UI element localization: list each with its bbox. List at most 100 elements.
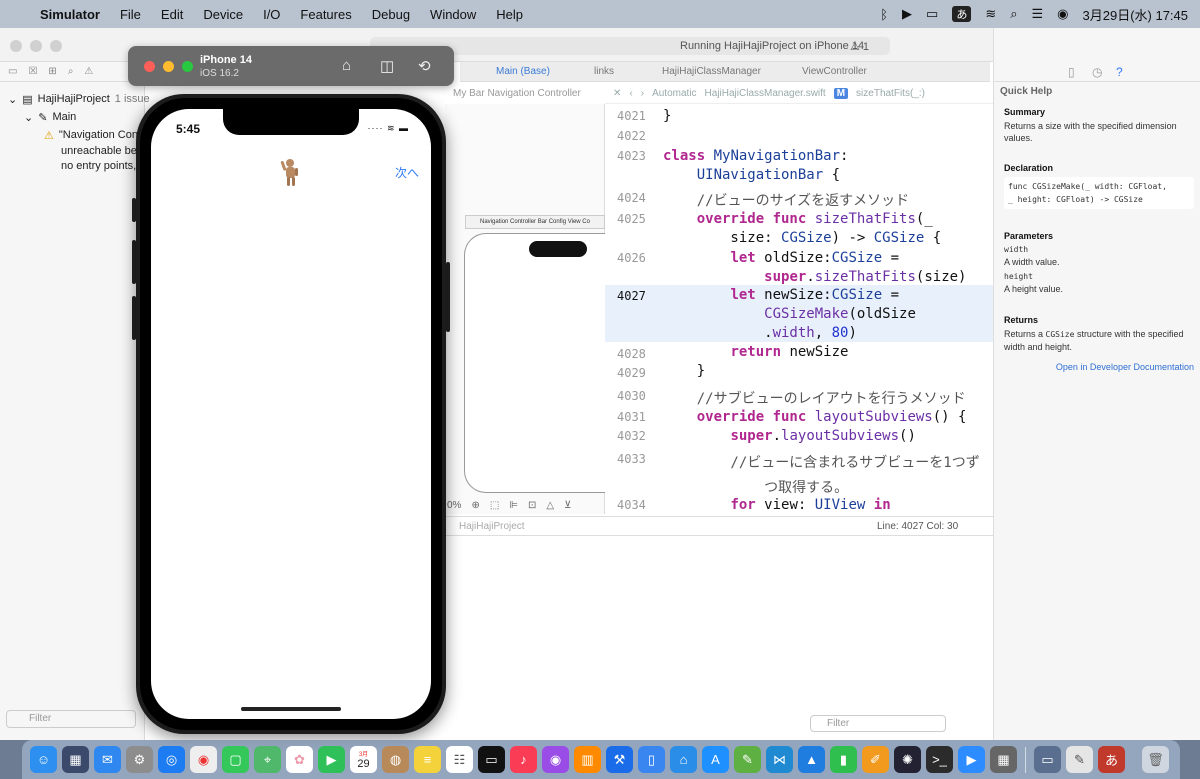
project-row[interactable]: ⌄ ▤ HajiHajiProject 1 issue (0, 90, 150, 108)
bluetooth-icon[interactable]: ᛒ (880, 7, 888, 22)
zoom-level[interactable]: 0% (447, 500, 461, 511)
menu-clock[interactable]: 3月29日(水) 17:45 (1083, 5, 1189, 24)
pages-icon[interactable]: ✐ (862, 746, 889, 773)
facetime-icon[interactable]: ▶ (318, 746, 345, 773)
menu-device[interactable]: Device (193, 7, 253, 22)
align-icon[interactable]: ⊫ (509, 500, 518, 511)
menu-app-name[interactable]: Simulator (30, 7, 110, 22)
navigator-filter-field[interactable]: Filter (6, 710, 136, 728)
tab-view-controller[interactable]: ViewController (802, 66, 867, 77)
xcode-icon[interactable]: ⚒ (606, 746, 633, 773)
document-icon[interactable]: ✎ (1066, 746, 1093, 773)
issue-navigator-icon[interactable]: ⚠ (84, 66, 93, 77)
messages-icon[interactable]: ▢ (222, 746, 249, 773)
app-store-icon[interactable]: A (702, 746, 729, 773)
quick-help-icon[interactable]: ? (1116, 65, 1123, 79)
disclosure-icon[interactable]: ⌄ (24, 111, 33, 124)
minimize-window-button[interactable] (163, 61, 174, 72)
home-indicator[interactable] (241, 707, 341, 711)
resolve-layout-icon[interactable]: △ (546, 500, 554, 511)
notes-icon[interactable]: ≡ (414, 746, 441, 773)
calculator-icon[interactable]: ▦ (990, 746, 1017, 773)
forward-icon[interactable]: › (641, 88, 644, 99)
podcasts-icon[interactable]: ◉ (542, 746, 569, 773)
storyboard-breadcrumb[interactable]: My Bar Navigation Controller (453, 88, 581, 99)
tab-main-base[interactable]: Main (Base) (496, 66, 550, 77)
play-icon[interactable]: ▶ (902, 6, 912, 22)
next-button[interactable]: 次へ (395, 164, 419, 181)
scene-title[interactable]: Navigation Controller Bar Config View Co (465, 215, 605, 229)
group-row-main[interactable]: ⌄ ✎ Main (0, 108, 144, 126)
reminders-icon[interactable]: ☷ (446, 746, 473, 773)
scene-device-frame[interactable] (464, 233, 614, 493)
wifi-icon[interactable]: ≋ (985, 6, 996, 22)
jump-file[interactable]: HajiHajiClassManager.swift (705, 88, 826, 99)
battery-icon[interactable]: ▭ (926, 6, 938, 22)
trash-icon[interactable]: 🗑 (1142, 746, 1169, 773)
vscode-icon[interactable]: ⋈ (766, 746, 793, 773)
close-window-button[interactable] (10, 40, 22, 52)
menu-window[interactable]: Window (420, 7, 486, 22)
find-icon[interactable]: ⌕ (68, 66, 74, 77)
control-center-icon[interactable]: ☰ (1032, 6, 1044, 22)
keynote-icon[interactable]: ▲ (798, 746, 825, 773)
update-frames-icon[interactable]: ⬚ (490, 500, 499, 511)
code-editor[interactable]: 4021 } 4022 4023 class MyNavigationBar: … (605, 104, 993, 514)
mail-icon[interactable]: ✉ (94, 746, 121, 773)
zoom-window-button[interactable] (50, 40, 62, 52)
disclosure-icon[interactable]: ⌄ (8, 93, 17, 106)
embed-icon[interactable]: ⊻ (564, 500, 571, 511)
issue-count-badge[interactable]: ⚠ 1 (850, 40, 869, 53)
accessibility-inspector-icon[interactable]: ✺ (894, 746, 921, 773)
input-method-indicator[interactable]: あ (952, 6, 972, 22)
chrome-icon[interactable]: ◉ (190, 746, 217, 773)
file-merge-icon[interactable]: ⌂ (670, 746, 697, 773)
jump-symbol[interactable]: sizeThatFits(_:) (856, 88, 925, 99)
close-window-button[interactable] (144, 61, 155, 72)
numbers-icon[interactable]: ▮ (830, 746, 857, 773)
maps-icon[interactable]: ⌖ (254, 746, 281, 773)
dictionary-icon[interactable]: あ (1098, 746, 1125, 773)
music-icon[interactable]: ♪ (510, 746, 537, 773)
close-editor-icon[interactable]: ✕ (613, 88, 621, 99)
folder-icon[interactable]: ▭ (8, 66, 17, 77)
file-inspector-icon[interactable]: ▯ (1068, 65, 1075, 79)
zoom-in-icon[interactable]: ⊕ (471, 500, 479, 511)
calendar-icon[interactable]: 3月 29 (350, 746, 377, 773)
history-icon[interactable]: ◷ (1092, 65, 1102, 79)
zoom-app-icon[interactable]: ▶ (958, 746, 985, 773)
books-icon[interactable]: ▥ (574, 746, 601, 773)
spotlight-search-icon[interactable]: ⌕ (1010, 6, 1017, 22)
terminal-icon[interactable]: >_ (926, 746, 953, 773)
source-control-icon[interactable]: ☒ (28, 66, 37, 77)
coteditor-icon[interactable]: ✎ (734, 746, 761, 773)
menu-features[interactable]: Features (290, 7, 361, 22)
contacts-icon[interactable]: ◍ (382, 746, 409, 773)
siri-icon[interactable]: ◉ (1057, 6, 1068, 22)
add-constraints-icon[interactable]: ⊡ (528, 500, 536, 511)
tab-class-manager[interactable]: HajiHajiClassManager (662, 66, 761, 77)
menu-file[interactable]: File (110, 7, 151, 22)
menu-help[interactable]: Help (486, 7, 533, 22)
back-icon[interactable]: ‹ (629, 88, 632, 99)
tab-links[interactable]: links (594, 66, 614, 77)
iphone-screen[interactable]: 5:45 ···· ≋ ▬ 次へ (151, 109, 431, 719)
launchpad-icon[interactable]: ▦ (62, 746, 89, 773)
rotate-icon[interactable]: ⟲ (418, 57, 431, 75)
menu-io[interactable]: I/O (253, 7, 290, 22)
system-settings-icon[interactable]: ⚙ (126, 746, 153, 773)
screenshot-icon[interactable]: ◫ (380, 57, 394, 75)
issue-row[interactable]: ⚠ "Navigation Con (0, 126, 144, 144)
simulator-icon[interactable]: ▯ (638, 746, 665, 773)
developer-docs-link[interactable]: Open in Developer Documentation (1004, 361, 1194, 373)
zoom-window-button[interactable] (182, 61, 193, 72)
menu-debug[interactable]: Debug (362, 7, 420, 22)
safari-icon[interactable]: ◎ (158, 746, 185, 773)
recent-window-icon[interactable]: ▭ (1034, 746, 1061, 773)
minimize-window-button[interactable] (30, 40, 42, 52)
menu-edit[interactable]: Edit (151, 7, 193, 22)
symbol-icon[interactable]: ⊞ (48, 66, 56, 77)
photos-icon[interactable]: ✿ (286, 746, 313, 773)
finder-icon[interactable]: ☺ (30, 746, 57, 773)
tv-icon[interactable]: ▭ (478, 746, 505, 773)
